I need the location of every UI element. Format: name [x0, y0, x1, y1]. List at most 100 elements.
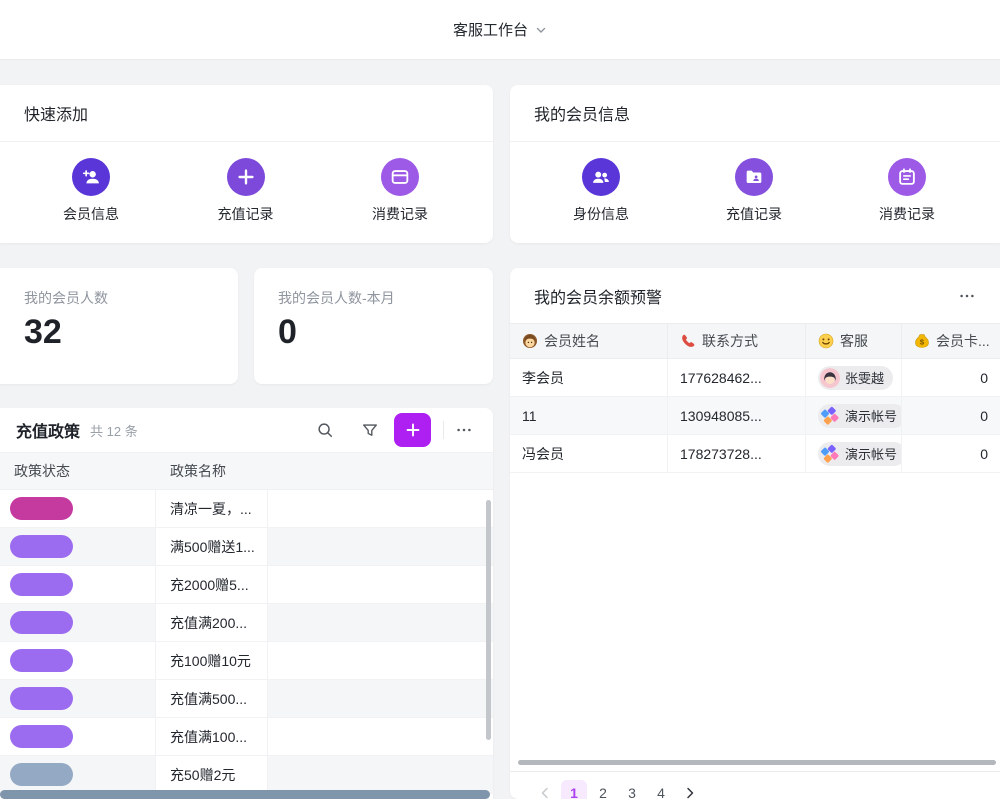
- agent-name: 演示帐号: [845, 406, 897, 425]
- balance-cell: 0: [902, 359, 1000, 396]
- member-name-cell: 11: [510, 397, 668, 434]
- member-info-card: 我的会员信息 身份信息 充值记录 消费记录: [510, 85, 1000, 243]
- balance-cell: 0: [902, 397, 1000, 434]
- vertical-scrollbar[interactable]: [486, 500, 491, 740]
- column-label-agent[interactable]: 客服: [840, 331, 868, 351]
- table-row[interactable]: 生效中 充值满100...: [0, 718, 493, 756]
- quick-add-consume-record[interactable]: 消费记录: [357, 158, 443, 224]
- filter-icon[interactable]: [355, 415, 385, 445]
- stat-label: 我的会员人数-本月: [278, 288, 469, 308]
- status-badge: 已失效: [10, 763, 73, 786]
- member-consume-record[interactable]: 消费记录: [864, 158, 950, 224]
- table-row[interactable]: 生效中 满500赠送1...: [0, 528, 493, 566]
- folder-user-icon: [735, 158, 773, 196]
- table-row[interactable]: 李会员 177628462... 张雯越 0: [510, 359, 1000, 397]
- member-info-title: 我的会员信息: [510, 85, 1000, 142]
- dashboard-page: 客服工作台 快速添加 会员信息 充值记录: [0, 0, 1000, 799]
- column-label-contact[interactable]: 联系方式: [702, 331, 758, 351]
- policy-name-cell: 充2000赠5...: [156, 566, 268, 603]
- recharge-policy-title: 充值政策: [16, 418, 80, 442]
- quick-add-title: 快速添加: [0, 85, 493, 142]
- moneybag-icon: $: [914, 333, 930, 349]
- balance-warning-title: 我的会员余额预警: [534, 284, 662, 308]
- horizontal-scrollbar[interactable]: [518, 760, 996, 765]
- page-button-4[interactable]: 4: [648, 780, 674, 799]
- status-badge: 生效中: [10, 573, 73, 596]
- quick-add-card: 快速添加 会员信息 充值记录 消费记录: [0, 85, 493, 243]
- member-recharge-record[interactable]: 充值记录: [711, 158, 797, 224]
- policy-table-body: 待生效 清凉一夏，... 生效中 满500赠送1... 生效中 充2000赠5.…: [0, 490, 493, 794]
- page-title[interactable]: 客服工作台: [453, 19, 528, 40]
- plus-icon: [227, 158, 265, 196]
- status-badge: 生效中: [10, 611, 73, 634]
- policy-name-cell: 充50赠2元: [156, 756, 268, 793]
- table-row[interactable]: 已失效 充50赠2元: [0, 756, 493, 794]
- more-icon[interactable]: [449, 415, 479, 445]
- quick-add-recharge-record[interactable]: 充值记录: [203, 158, 289, 224]
- add-policy-button[interactable]: [394, 413, 431, 447]
- search-icon[interactable]: [310, 415, 340, 445]
- table-row[interactable]: 11 130948085... 演示帐号 0: [510, 397, 1000, 435]
- balance-cell: 0: [902, 435, 1000, 472]
- stat-label: 我的会员人数: [24, 288, 214, 308]
- table-row[interactable]: 待生效 清凉一夏，...: [0, 490, 493, 528]
- policy-table-header: 政策状态 政策名称: [0, 453, 493, 490]
- balance-table-header: 会员姓名 联系方式 客服 $ 会员卡...: [510, 323, 1000, 359]
- column-label-policy-name[interactable]: 政策名称: [156, 461, 268, 481]
- person-add-icon: [72, 158, 110, 196]
- column-label-member-name[interactable]: 会员姓名: [544, 331, 600, 351]
- status-badge: 生效中: [10, 725, 73, 748]
- table-row[interactable]: 冯会员 178273728... 演示帐号 0: [510, 435, 1000, 473]
- agent-name: 张雯越: [845, 368, 884, 387]
- agent-pill: 张雯越: [818, 366, 893, 390]
- status-badge: 生效中: [10, 535, 73, 558]
- quick-add-recharge-record-label: 充值记录: [203, 204, 289, 224]
- page-button-2[interactable]: 2: [590, 780, 616, 799]
- page-button-3[interactable]: 3: [619, 780, 645, 799]
- more-icon[interactable]: [958, 287, 976, 305]
- stat-card-member-count-month: 我的会员人数-本月 0: [254, 268, 493, 384]
- agent-cell: 演示帐号: [806, 435, 902, 472]
- agent-pill: 演示帐号: [818, 404, 902, 428]
- woman-icon: [522, 333, 538, 349]
- column-label-member-card[interactable]: 会员卡...: [936, 331, 990, 351]
- avatar: [820, 368, 840, 388]
- stat-card-member-count: 我的会员人数 32: [0, 268, 238, 384]
- member-identity-info[interactable]: 身份信息: [558, 158, 644, 224]
- balance-table-body: 李会员 177628462... 张雯越 0 11 130948085...: [510, 359, 1000, 473]
- quick-add-consume-record-label: 消费记录: [357, 204, 443, 224]
- contact-cell: 177628462...: [668, 359, 806, 396]
- agent-pill: 演示帐号: [818, 442, 902, 466]
- table-row[interactable]: 生效中 充值满200...: [0, 604, 493, 642]
- top-bar: 客服工作台: [0, 0, 1000, 60]
- people-icon: [582, 158, 620, 196]
- agent-cell: 演示帐号: [806, 397, 902, 434]
- balance-warning-card: 我的会员余额预警 会员姓名 联系方式 客服 $ 会员卡...: [510, 268, 1000, 799]
- quick-add-member-info[interactable]: 会员信息: [48, 158, 134, 224]
- policy-name-cell: 充值满200...: [156, 604, 268, 641]
- stat-value: 32: [24, 313, 214, 352]
- chevron-down-icon[interactable]: [535, 24, 547, 36]
- prev-page-icon[interactable]: [532, 780, 558, 799]
- pagination: 1 2 3 4: [532, 780, 703, 799]
- table-row[interactable]: 生效中 充值满500...: [0, 680, 493, 718]
- agent-name: 演示帐号: [845, 444, 897, 463]
- policy-name-cell: 清凉一夏，...: [156, 490, 268, 527]
- member-name-cell: 李会员: [510, 359, 668, 396]
- table-row[interactable]: 生效中 充100赠10元: [0, 642, 493, 680]
- toolbar-divider: [443, 421, 444, 439]
- next-page-icon[interactable]: [677, 780, 703, 799]
- horizontal-scrollbar[interactable]: [0, 790, 490, 799]
- phone-icon: [680, 333, 696, 349]
- table-row[interactable]: 生效中 充2000赠5...: [0, 566, 493, 604]
- contact-cell: 178273728...: [668, 435, 806, 472]
- member-consume-record-label: 消费记录: [864, 204, 950, 224]
- page-button-1[interactable]: 1: [561, 780, 587, 799]
- stat-value: 0: [278, 313, 469, 352]
- recharge-policy-count: 共 12 条: [90, 421, 138, 440]
- policy-name-cell: 充值满500...: [156, 680, 268, 717]
- agent-cell: 张雯越: [806, 359, 902, 396]
- smiley-icon: [818, 333, 834, 349]
- column-label-policy-status[interactable]: 政策状态: [0, 461, 156, 481]
- calendar-icon: [888, 158, 926, 196]
